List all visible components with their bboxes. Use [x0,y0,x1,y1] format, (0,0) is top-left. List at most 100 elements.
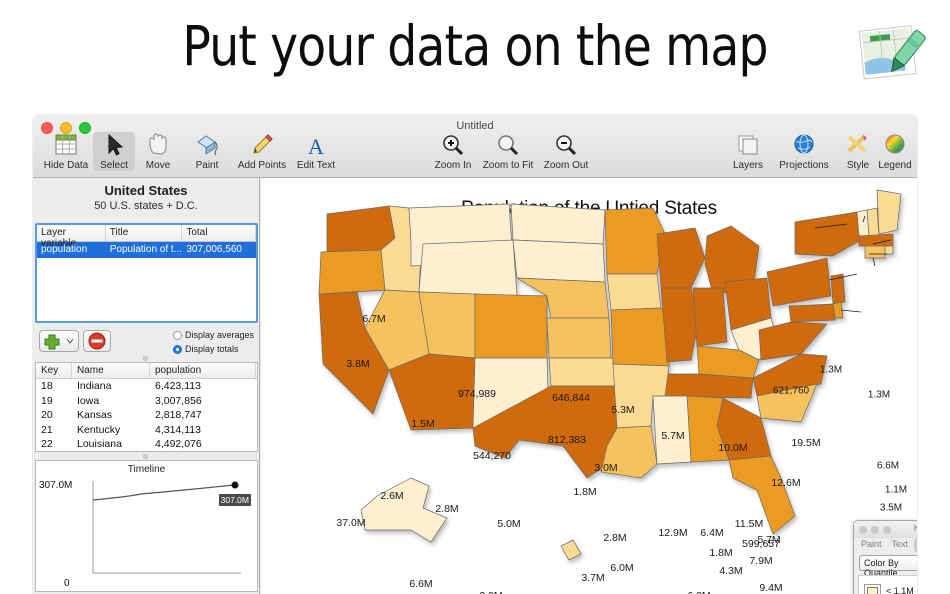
key-maximize-button[interactable] [883,526,891,534]
state-massachusetts [858,233,894,247]
remove-layer-button[interactable] [83,330,111,352]
toolbar-move-button[interactable]: Move [137,133,179,171]
map-label-ohio: 11.5M [734,518,764,530]
layer-row-total: 307,006,560 [186,244,242,255]
state-new-jersey [830,273,846,305]
map-label-montana: 974,989 [458,388,496,400]
toolbar-paint-label: Paint [195,160,219,171]
data-col-name: Name [72,363,150,378]
state-new-hampshire [866,207,880,237]
layer-table-row[interactable]: population Population of t... 307,006,56… [37,242,256,258]
toolbar-top100-button[interactable]: Top 100 [915,133,917,171]
toolbar-zoom-in-label: Zoom In [434,160,472,171]
toolbar-zoom-out-button[interactable]: Zoom Out [541,133,591,171]
toolbar-move-label: Move [145,160,171,171]
table-row[interactable]: 19 Iowa 3,007,856 [36,394,257,409]
tab-text[interactable]: Text [888,538,913,552]
table-row[interactable]: 18 Indiana 6,423,113 [36,379,257,394]
state-connecticut [864,245,886,259]
key-minimize-button[interactable] [871,526,879,534]
layer-button-row: Display averages Display totals [39,329,254,355]
toolbar-hide-data-button[interactable]: Hide Data [37,133,95,171]
banner-headline: Put your data on the map [182,14,768,78]
layer-col-total: Total [182,225,256,241]
toolbar-select-button[interactable]: Select [93,132,135,171]
color-mode-select[interactable]: Color By Quantile ▲▼ [859,555,917,578]
radio-averages-dot[interactable] [172,330,182,340]
toolbar-legend-label: Legend [878,160,912,171]
key-tabs: Paint Text Data [854,538,917,552]
toolbar-zoom-to-fit-label: Zoom to Fit [482,160,534,171]
state-south-dakota [512,239,606,283]
legend-swatch[interactable] [864,583,881,594]
layer-row-variable: population [41,244,88,255]
tab-paint[interactable]: Paint [857,538,886,552]
toolbar-zoom-in-button[interactable]: Zoom In [431,133,475,171]
state-kansas [546,317,612,359]
toolbar-projections-button[interactable]: Projections [771,133,837,171]
data-table[interactable]: Key Name population 18 Indiana 6,423,113… [35,362,258,452]
app-window: Untitled Hide Data Select Move Paint Add… [33,115,917,594]
map-label-colorado: 5.0M [497,518,521,530]
data-col-key: Key [36,363,72,378]
layer-title: United States [104,183,188,198]
toolbar-add-points-label: Add Points [237,160,287,171]
tab-data[interactable]: Data [914,538,917,552]
toolbar-layers-label: Layers [732,160,763,171]
key-panel[interactable]: Key Paint Text Data Color By Quantile ▲▼… [853,520,917,594]
toolbar: Untitled Hide Data Select Move Paint Add… [33,115,917,178]
state-virginia [758,321,828,361]
state-maryland [788,303,836,323]
map-label-wisconsin: 5.7M [661,430,685,442]
toolbar-hide-data-label: Hide Data [43,160,89,171]
radio-totals-label: Display totals [184,344,239,354]
hand-icon [137,133,179,158]
toolbar-paint-button[interactable]: Paint [185,133,229,171]
timeline-point-label: 307.0M [218,494,251,506]
table-icon [37,133,95,158]
toolbar-layers-button[interactable]: Layers [725,133,771,171]
legend-entry[interactable]: < 1.1M [859,576,917,594]
map-callout-new-hampshire: 1.3M [819,364,843,376]
map-label-south-dakota: 812,383 [548,434,586,446]
map-label-maryland: 5.7M [757,534,781,546]
toolbar-add-points-button[interactable]: Add Points [229,133,295,171]
radio-display-averages[interactable]: Display averages [172,329,254,341]
toolbar-edit-text-button[interactable]: A Edit Text [291,133,341,171]
sidebar: United States 50 U.S. states + D.C. Laye… [33,178,260,594]
toolbar-select-label: Select [100,160,128,171]
row-key: 21 [41,423,53,436]
state-colorado [474,293,548,359]
state-maine [876,189,902,235]
state-minnesota [604,207,666,275]
toolbar-zoom-to-fit-button[interactable]: Zoom to Fit [475,133,541,171]
map-label-california: 37.0M [336,517,366,529]
row-key: 19 [41,394,53,407]
timeline-chart [92,481,241,574]
state-missouri [610,307,672,367]
layer-table[interactable]: Layer variable Title Total population Po… [35,223,258,323]
map-callout-massachusetts: 6.6M [876,460,900,472]
map-label-nebraska: 1.8M [573,486,597,498]
map-label-idaho: 1.5M [411,418,435,430]
us-choropleth-map[interactable] [261,178,917,594]
pencil-icon [229,133,295,158]
table-row[interactable]: 21 Kentucky 4,314,113 [36,423,257,438]
toolbar-legend-button[interactable]: Legend [873,133,917,171]
state-wyoming [418,239,518,297]
map-canvas[interactable]: Population of the Untied States 6.7M 3.8… [261,178,917,594]
sidebar-resize-handle-top[interactable] [143,356,148,361]
add-layer-button[interactable] [39,330,79,352]
toolbar-edit-text-label: Edit Text [296,160,336,171]
table-row[interactable]: 20 Kansas 2,818,747 [36,408,257,423]
row-population: 4,314,113 [155,423,201,436]
sidebar-resize-handle-bottom[interactable] [143,454,148,459]
data-col-population: population [150,363,256,378]
table-row[interactable]: 22 Louisiana 4,492,076 [36,437,257,452]
timeline-panel[interactable]: Timeline 307.0M 0 307.0M [35,460,258,592]
key-close-button[interactable] [859,526,867,534]
radio-totals-dot[interactable] [172,344,182,354]
magnifier-icon [475,133,541,158]
radio-display-totals[interactable]: Display totals [172,343,254,355]
row-key: 22 [41,438,53,450]
